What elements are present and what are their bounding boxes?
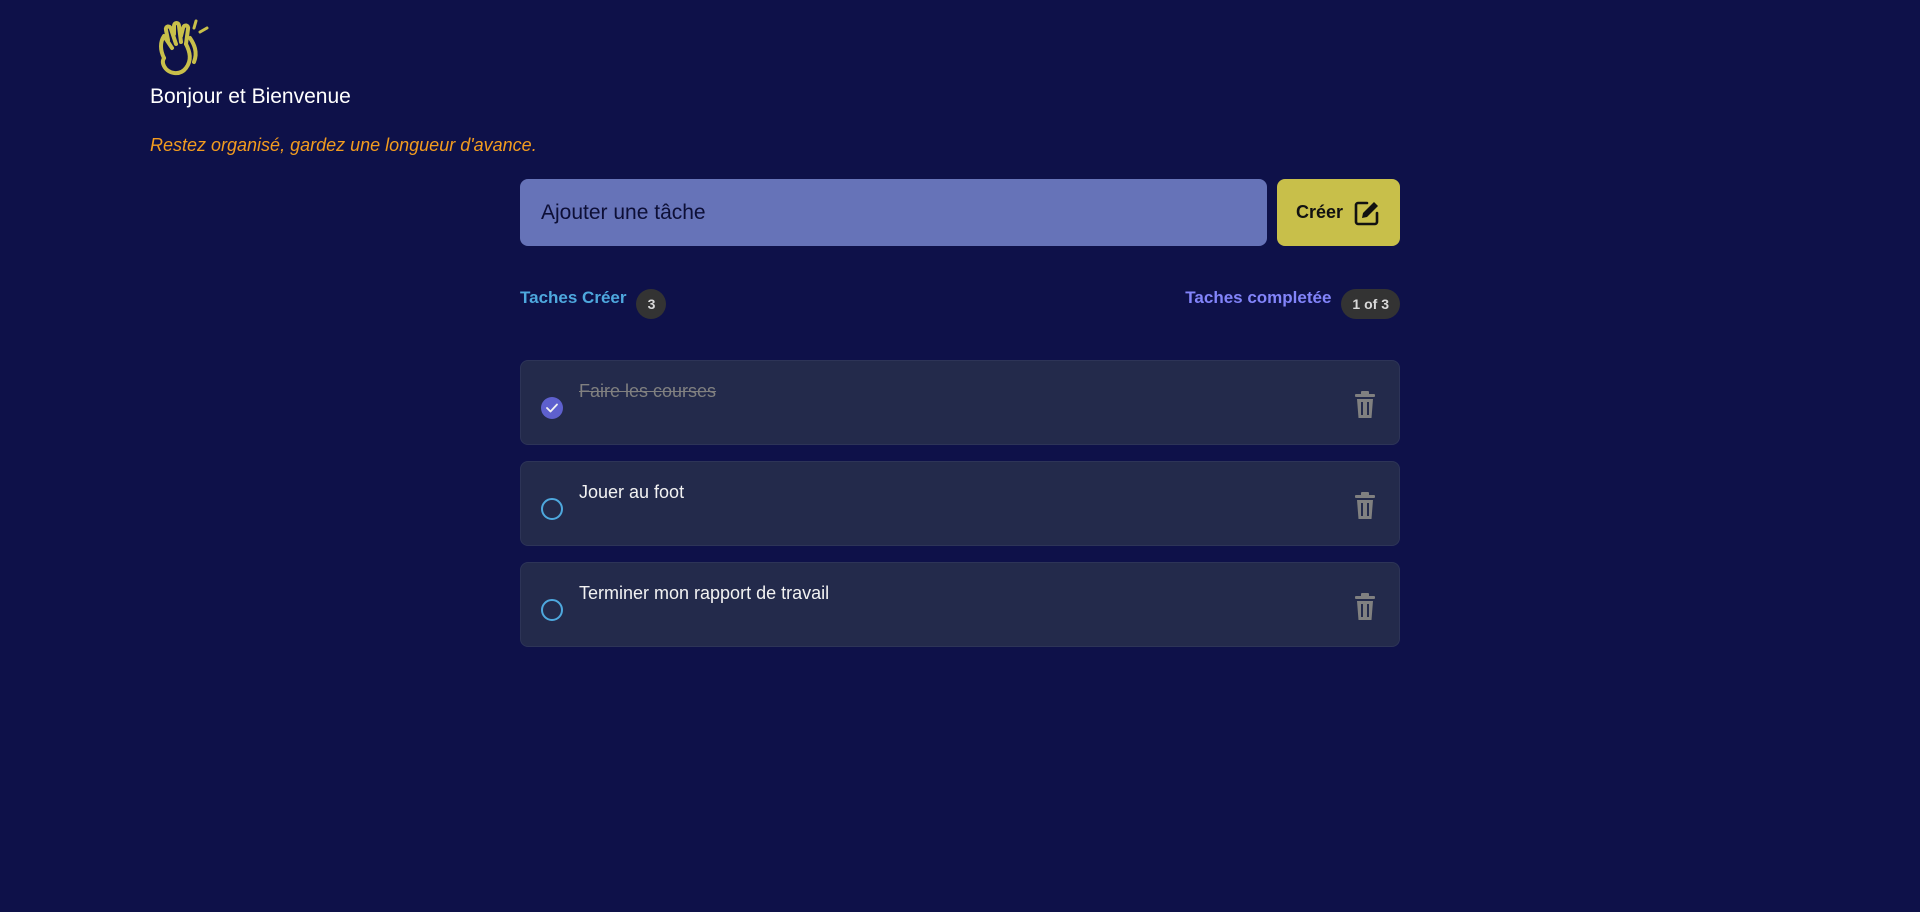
create-task-button[interactable]: Créer xyxy=(1277,179,1400,246)
task-stats: Taches Créer 3 Taches completée 1 of 3 xyxy=(520,288,1400,320)
task-checkbox[interactable] xyxy=(541,599,563,621)
header: Bonjour et Bienvenue xyxy=(150,18,351,109)
task-text: Jouer au foot xyxy=(579,482,685,502)
trash-icon[interactable] xyxy=(1353,593,1377,621)
edit-icon xyxy=(1354,201,1379,225)
task-text: Faire les courses xyxy=(579,381,717,401)
clapping-hands-icon xyxy=(159,19,209,75)
trash-icon[interactable] xyxy=(1353,391,1377,419)
created-stat: Taches Créer 3 xyxy=(520,288,667,319)
task-checkbox[interactable] xyxy=(541,498,563,520)
todo-panel: Créer Taches Créer 3 Taches completée 1 … xyxy=(520,179,1400,647)
task-checkbox-checked[interactable] xyxy=(541,397,563,419)
task-item: Jouer au foot xyxy=(520,461,1400,546)
add-task-input[interactable] xyxy=(520,179,1267,246)
add-task-form: Créer xyxy=(520,179,1400,246)
created-label: Taches Créer xyxy=(520,288,627,307)
create-button-label: Créer xyxy=(1295,202,1344,222)
completed-label: Taches completée xyxy=(1185,288,1332,307)
task-item: Faire les courses xyxy=(520,360,1400,445)
checkmark-icon xyxy=(546,403,558,413)
completed-stat: Taches completée 1 of 3 xyxy=(1185,288,1400,319)
created-count-badge: 3 xyxy=(636,289,667,319)
task-list: Faire les courses Jouer au foot Terminer… xyxy=(520,360,1400,647)
completed-count-badge: 1 of 3 xyxy=(1341,289,1400,319)
greeting-title: Bonjour et Bienvenue xyxy=(150,85,351,108)
tagline: Restez organisé, gardez une longueur d'a… xyxy=(150,135,537,155)
trash-icon[interactable] xyxy=(1353,492,1377,520)
task-item: Terminer mon rapport de travail xyxy=(520,562,1400,647)
task-text: Terminer mon rapport de travail xyxy=(579,583,830,603)
